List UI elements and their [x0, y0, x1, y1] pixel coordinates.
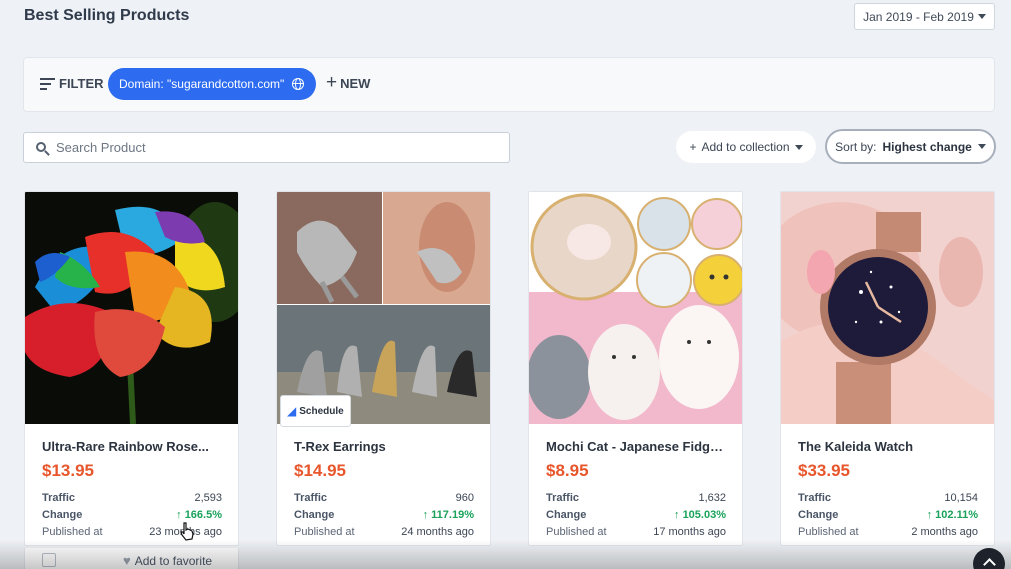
product-title[interactable]: Ultra-Rare Rainbow Rose...: [42, 439, 222, 454]
traffic-value: 10,154: [944, 492, 978, 504]
change-percent: 105.03%: [682, 509, 726, 521]
published-row: Published at 17 months ago: [546, 526, 726, 538]
published-label: Published at: [42, 526, 103, 538]
published-label: Published at: [294, 526, 355, 538]
traffic-label: Traffic: [294, 492, 328, 504]
filter-bar: FILTER Domain: "sugarandcotton.com" + NE…: [23, 57, 995, 112]
product-image[interactable]: [781, 192, 994, 424]
schedule-tag[interactable]: ◢ Schedule: [280, 395, 351, 427]
product-image[interactable]: [277, 192, 490, 424]
product-price: $14.95: [294, 461, 346, 480]
product-card[interactable]: Ultra-Rare Rainbow Rose... $13.95 Traffi…: [24, 191, 239, 546]
change-value: ↑ 166.5%: [176, 509, 222, 521]
change-row: Change ↑ 105.03%: [546, 509, 726, 521]
change-value: ↑ 117.19%: [423, 509, 474, 521]
change-value: ↑ 102.11%: [927, 509, 978, 521]
change-row: Change ↑ 102.11%: [798, 509, 978, 521]
published-value: 2 months ago: [911, 526, 978, 538]
product-card[interactable]: The Kaleida Watch $33.95 Traffic 10,154 …: [780, 191, 995, 546]
traffic-value: 960: [455, 492, 474, 504]
add-to-collection-button[interactable]: + Add to collection: [676, 131, 816, 163]
arrow-up-icon: ↑: [422, 509, 432, 521]
change-percent: 102.11%: [935, 509, 978, 521]
search-box: [23, 132, 510, 163]
plus-icon: +: [326, 72, 338, 93]
heart-icon: ♥: [123, 553, 131, 568]
new-label: NEW: [340, 75, 371, 91]
add-to-favorite-button[interactable]: ♥ Add to favorite: [123, 553, 212, 568]
domain-chip-label: Domain: "sugarandcotton.com": [119, 77, 285, 91]
published-label: Published at: [798, 526, 859, 538]
traffic-row: Traffic 10,154: [798, 492, 978, 504]
change-label: Change: [798, 509, 839, 521]
select-checkbox[interactable]: [42, 553, 56, 567]
product-image[interactable]: [25, 192, 238, 424]
plus-icon: +: [689, 140, 697, 154]
favorite-label: Add to favorite: [134, 553, 213, 568]
product-title[interactable]: The Kaleida Watch: [798, 439, 978, 454]
card-footer: ♥ Add to favorite: [24, 548, 239, 569]
published-value: 24 months ago: [401, 526, 474, 538]
change-percent: 117.19%: [431, 509, 474, 521]
search-icon: [36, 141, 46, 152]
change-label: Change: [294, 509, 335, 521]
traffic-row: Traffic 1,632: [546, 492, 726, 504]
product-image[interactable]: [529, 192, 742, 424]
search-input[interactable]: [56, 140, 476, 155]
date-range-dropdown[interactable]: Jan 2019 - Feb 2019: [854, 3, 995, 30]
change-row: Change ↑ 117.19%: [294, 509, 474, 521]
change-label: Change: [42, 509, 83, 521]
arrow-up-icon: ↑: [926, 509, 936, 521]
published-value: 17 months ago: [653, 526, 726, 538]
chevron-down-icon: [794, 144, 803, 150]
chevron-down-icon: [977, 14, 986, 19]
add-collection-label: Add to collection: [701, 140, 790, 154]
sort-dropdown[interactable]: Sort by: Highest change: [825, 129, 996, 164]
change-percent: 166.5%: [184, 509, 222, 521]
date-range-label: Jan 2019 - Feb 2019: [863, 9, 974, 24]
traffic-row: Traffic 2,593: [42, 492, 222, 504]
filter-label: FILTER: [59, 76, 104, 91]
product-card[interactable]: ◢ Schedule T-Rex Earrings $14.95 Traffic…: [276, 191, 491, 546]
product-card[interactable]: Mochi Cat - Japanese Fidget... $8.95 Tra…: [528, 191, 743, 546]
feather-icon: ◢: [287, 404, 297, 418]
sort-value: Highest change: [882, 139, 972, 154]
traffic-label: Traffic: [798, 492, 832, 504]
product-price: $8.95: [546, 461, 589, 480]
domain-filter-chip[interactable]: Domain: "sugarandcotton.com": [108, 68, 317, 100]
arrow-up-icon: ↑: [176, 509, 185, 521]
change-value: ↑ 105.03%: [674, 509, 726, 521]
scroll-to-top-button[interactable]: [973, 548, 1005, 569]
schedule-label: Schedule: [299, 405, 344, 417]
traffic-value: 1,632: [698, 492, 726, 504]
page-title: Best Selling Products: [24, 7, 190, 24]
published-label: Published at: [546, 526, 607, 538]
sort-prefix: Sort by:: [835, 139, 877, 154]
chevron-down-icon: [977, 144, 986, 149]
traffic-row: Traffic 960: [294, 492, 474, 504]
filter-button[interactable]: FILTER: [40, 76, 104, 91]
product-price: $33.95: [798, 461, 850, 480]
traffic-label: Traffic: [42, 492, 76, 504]
traffic-label: Traffic: [546, 492, 580, 504]
arrow-up-icon: ↑: [674, 509, 683, 521]
globe-icon: [292, 78, 305, 90]
product-title[interactable]: T-Rex Earrings: [294, 439, 474, 454]
product-title[interactable]: Mochi Cat - Japanese Fidget...: [546, 439, 726, 454]
change-label: Change: [546, 509, 587, 521]
new-filter-button[interactable]: + NEW: [326, 72, 371, 93]
traffic-value: 2,593: [194, 492, 222, 504]
published-row: Published at 2 months ago: [798, 526, 978, 538]
filter-icon: [40, 77, 55, 90]
hand-cursor-icon: [180, 522, 194, 541]
published-row: Published at 23 months ago: [42, 526, 222, 538]
product-price: $13.95: [42, 461, 94, 480]
change-row: Change ↑ 166.5%: [42, 509, 222, 521]
published-row: Published at 24 months ago: [294, 526, 474, 538]
